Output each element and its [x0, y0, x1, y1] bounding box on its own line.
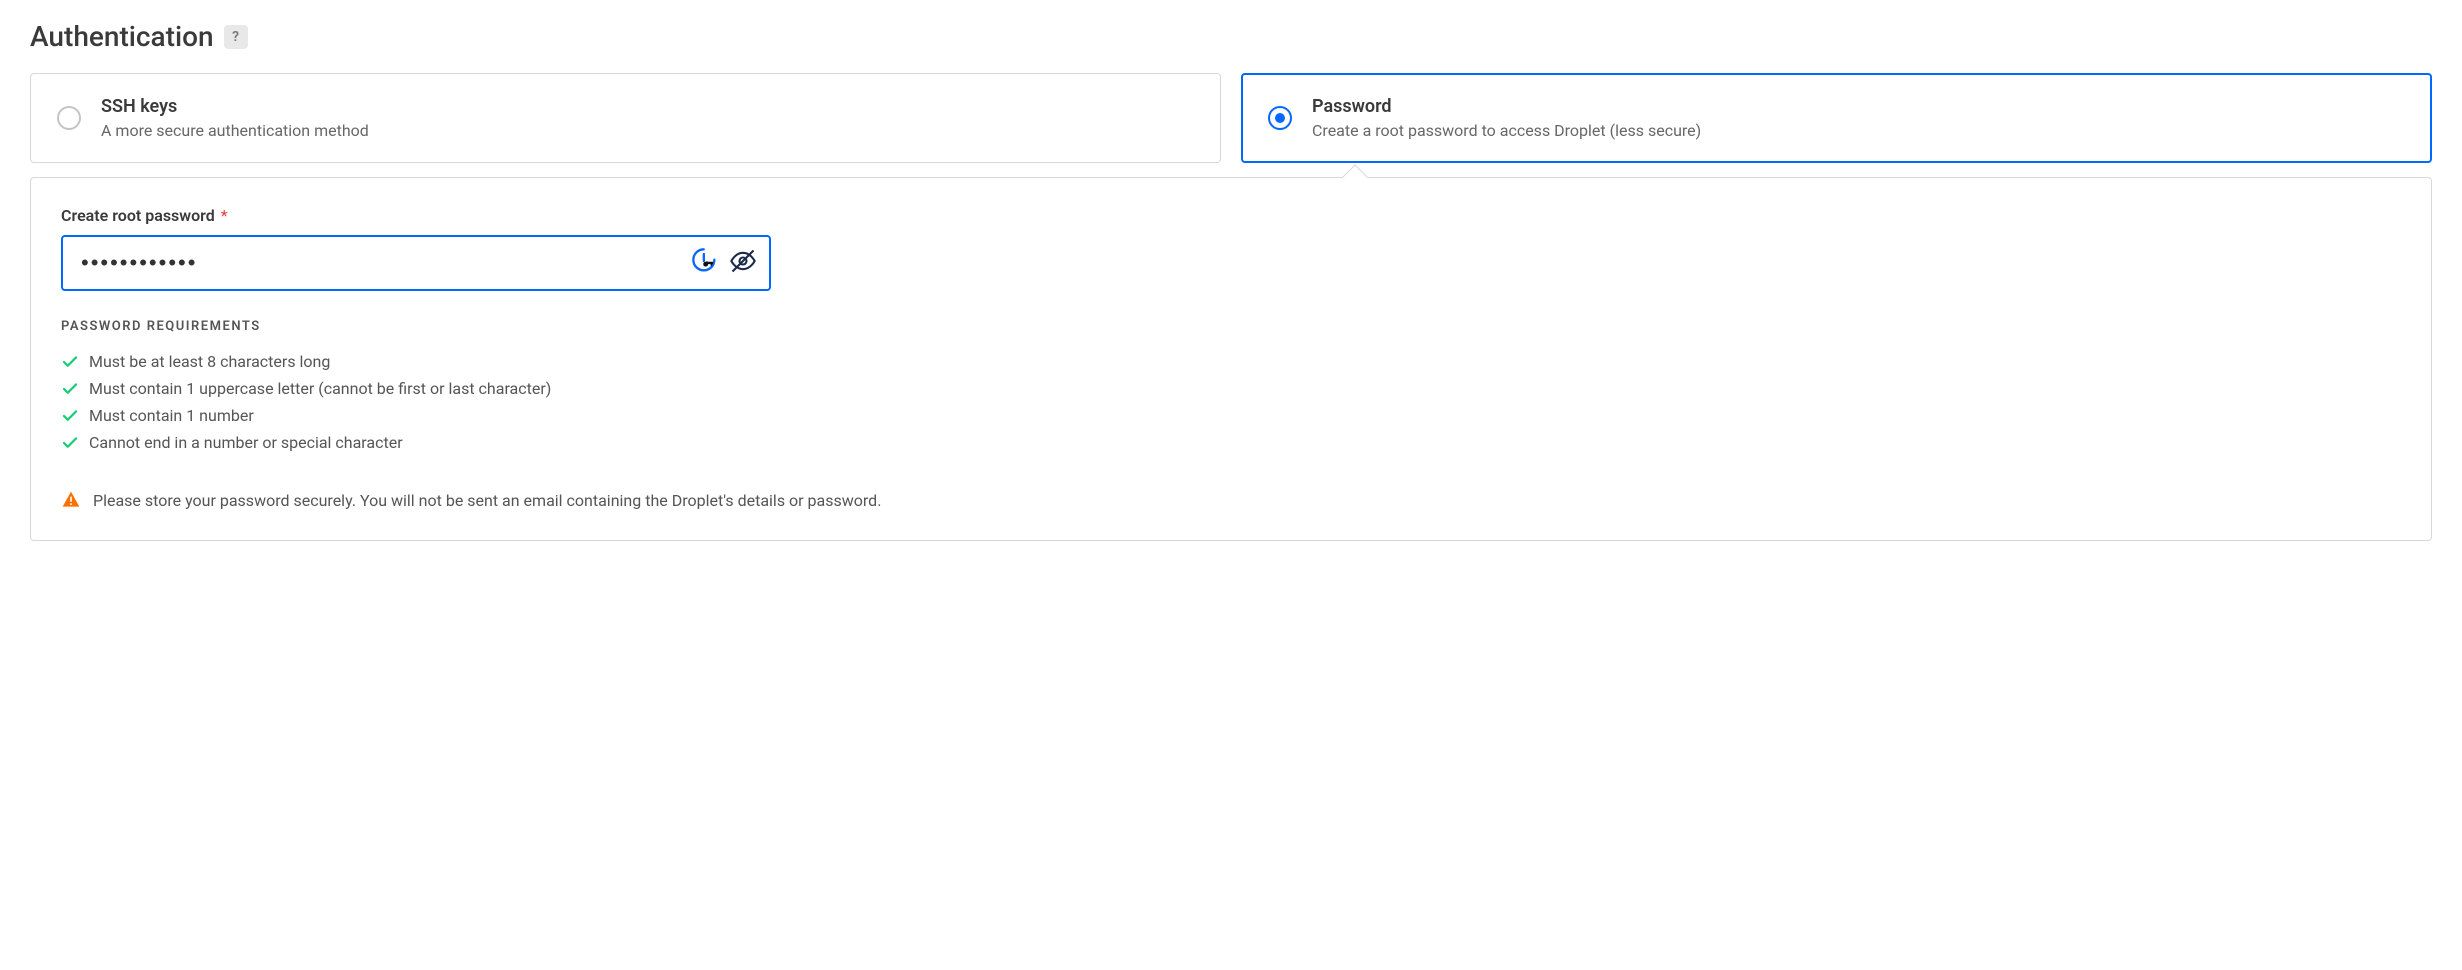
requirement-item: Must contain 1 uppercase letter (cannot …	[61, 375, 2401, 402]
check-icon	[61, 434, 79, 452]
check-icon	[61, 407, 79, 425]
option-title: SSH keys	[101, 96, 369, 117]
section-title: Authentication	[30, 20, 214, 53]
option-title: Password	[1312, 96, 1701, 117]
requirements-heading: PASSWORD REQUIREMENTS	[61, 319, 2401, 334]
warning-row: Please store your password securely. You…	[61, 490, 2401, 510]
password-manager-icon[interactable]	[691, 247, 719, 279]
required-indicator: *	[221, 206, 228, 225]
password-detail-panel: Create root password *	[30, 177, 2432, 541]
option-text: SSH keys A more secure authentication me…	[101, 96, 369, 140]
requirement-text: Must contain 1 number	[89, 406, 254, 425]
warning-text: Please store your password securely. You…	[93, 491, 881, 510]
requirement-item: Must be at least 8 characters long	[61, 348, 2401, 375]
option-text: Password Create a root password to acces…	[1312, 96, 1701, 140]
help-icon[interactable]: ?	[224, 25, 248, 49]
option-desc: A more secure authentication method	[101, 121, 369, 140]
eye-hide-icon[interactable]	[729, 247, 757, 279]
requirement-item: Cannot end in a number or special charac…	[61, 429, 2401, 456]
requirement-item: Must contain 1 number	[61, 402, 2401, 429]
password-option[interactable]: Password Create a root password to acces…	[1241, 73, 2432, 163]
check-icon	[61, 380, 79, 398]
requirement-text: Must be at least 8 characters long	[89, 352, 330, 371]
root-password-input[interactable]	[61, 235, 771, 291]
radio-icon	[1268, 106, 1292, 130]
auth-method-options: SSH keys A more secure authentication me…	[30, 73, 2432, 163]
ssh-keys-option[interactable]: SSH keys A more secure authentication me…	[30, 73, 1221, 163]
radio-icon	[57, 106, 81, 130]
requirements-list: Must be at least 8 characters long Must …	[61, 348, 2401, 456]
option-desc: Create a root password to access Droplet…	[1312, 121, 1701, 140]
warning-icon	[61, 490, 81, 510]
password-field-label: Create root password	[61, 206, 215, 225]
check-icon	[61, 353, 79, 371]
requirement-text: Cannot end in a number or special charac…	[89, 433, 403, 452]
requirement-text: Must contain 1 uppercase letter (cannot …	[89, 379, 551, 398]
